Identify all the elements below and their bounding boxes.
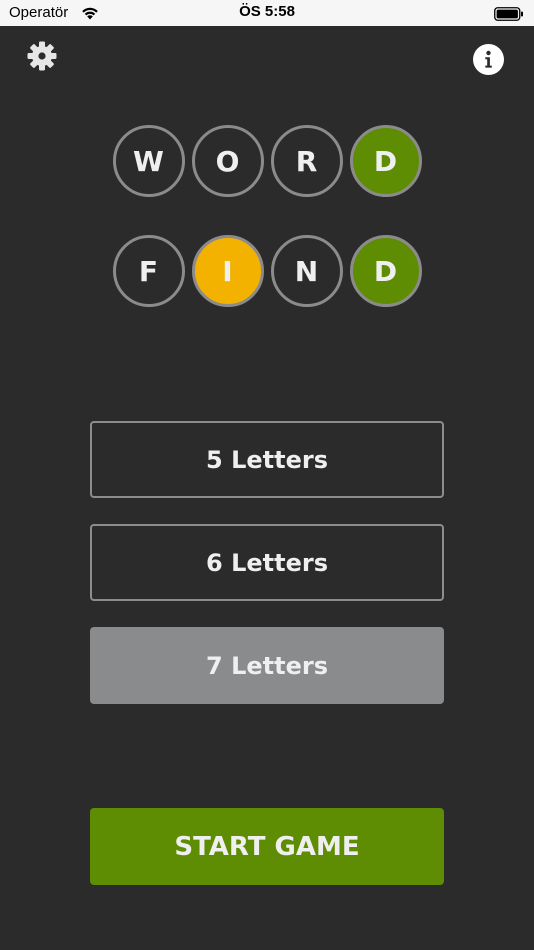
five-letters-button[interactable]: 5 Letters bbox=[90, 421, 444, 498]
logo-tile: R bbox=[270, 125, 343, 197]
logo-tile: F bbox=[112, 235, 185, 307]
logo-tile-correct: D bbox=[349, 235, 422, 307]
six-letters-button[interactable]: 6 Letters bbox=[90, 524, 444, 601]
info-icon[interactable] bbox=[473, 44, 504, 75]
logo-tile: O bbox=[191, 125, 264, 197]
logo-tile-present: I bbox=[191, 235, 264, 307]
logo-tile-correct: D bbox=[349, 125, 422, 197]
logo-tile: W bbox=[112, 125, 185, 197]
seven-letters-button[interactable]: 7 Letters bbox=[90, 627, 444, 704]
logo-row-find: F I N D bbox=[0, 235, 534, 307]
logo-tile: N bbox=[270, 235, 343, 307]
battery-icon bbox=[494, 6, 524, 21]
start-game-button[interactable]: START GAME bbox=[90, 808, 444, 885]
status-bar: Operatör ÖS 5:58 bbox=[0, 0, 534, 26]
gear-icon[interactable] bbox=[26, 40, 58, 72]
logo-row-word: W O R D bbox=[0, 125, 534, 197]
status-time: ÖS 5:58 bbox=[239, 3, 295, 20]
